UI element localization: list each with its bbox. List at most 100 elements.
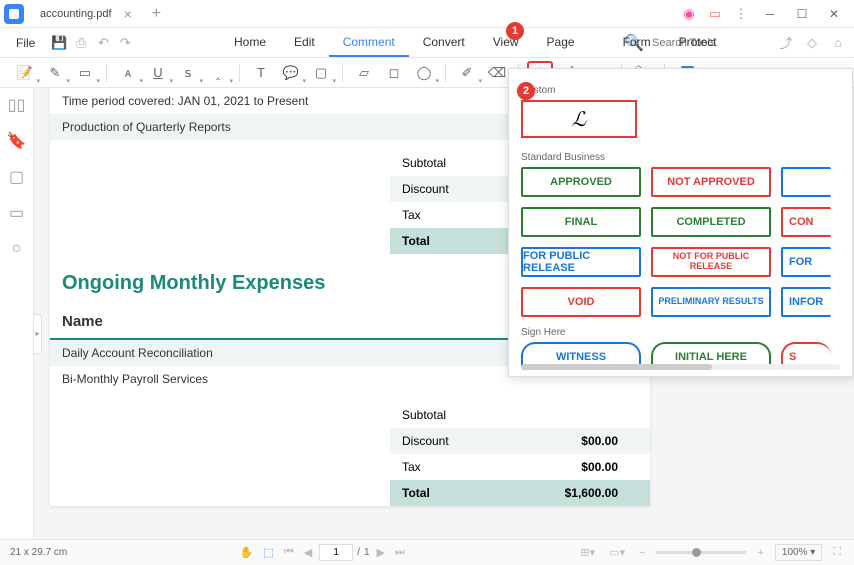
text-tool[interactable]: T (248, 61, 274, 85)
fullscreen-icon[interactable]: ⛶ (830, 546, 844, 559)
layers-icon[interactable]: ▭ (8, 204, 26, 222)
discount1-label: Discount (402, 182, 522, 196)
last-page-button[interactable]: ⏭ (392, 546, 408, 559)
panel-scrollbar[interactable] (521, 364, 840, 370)
callout-2: 2 (517, 82, 535, 100)
minimize-button[interactable]: ─ (758, 4, 782, 24)
page-navigation: ✋ ⬚ ⏮ ◀ / 1 ▶ ⏭ (237, 544, 408, 561)
notification-icon[interactable]: ▭ (706, 5, 724, 23)
pencil-tool[interactable]: ✐ (454, 61, 480, 85)
stamp-approved[interactable]: APPROVED (521, 167, 641, 197)
redo-icon[interactable]: ↷ (117, 35, 133, 51)
custom-stamp-signature[interactable]: ℒ (521, 100, 637, 138)
page-sep: / (357, 547, 360, 558)
next-page-button[interactable]: ▶ (374, 546, 388, 559)
select-tool-icon[interactable]: ⬚ (260, 546, 276, 559)
shape-tool-2[interactable]: ◻ (381, 61, 407, 85)
stamp-initial[interactable]: INITIAL HERE (651, 342, 771, 366)
share-icon[interactable]: ⤴ (778, 35, 794, 51)
add-tab-button[interactable]: + (144, 6, 169, 22)
zoom-out-button[interactable]: − (636, 547, 648, 559)
workspace: ▯▯ 🔖 ▢ ▭ ○ ▸ Time period covered: JAN 01… (0, 88, 854, 539)
zoom-slider[interactable] (656, 551, 746, 554)
total1-label: Total (402, 234, 522, 248)
user-icon[interactable]: ◉ (680, 5, 698, 23)
stamp-void[interactable]: VOID (521, 287, 641, 317)
hand-tool-icon[interactable]: ✋ (237, 546, 257, 559)
first-page-button[interactable]: ⏮ (281, 546, 297, 559)
shape-tool-1[interactable]: ▱ (351, 61, 377, 85)
bookmarks-icon[interactable]: 🔖 (8, 132, 26, 150)
stamp-not-approved[interactable]: NOT APPROVED (651, 167, 771, 197)
menu-tabs: Home Edit Comment Convert View Page l Fo… (220, 29, 731, 57)
sign-label: Sign Here (521, 327, 840, 338)
prev-page-button[interactable]: ◀ (301, 546, 315, 559)
undo-icon[interactable]: ↶ (95, 35, 111, 51)
tab-comment[interactable]: Comment (329, 29, 409, 57)
subtotal2-value (522, 408, 638, 422)
stamp-completed[interactable]: COMPLETED (651, 207, 771, 237)
text-box-tool[interactable]: ▢ (308, 61, 334, 85)
stamp-con[interactable]: CON (781, 207, 831, 237)
shape-tool-3[interactable]: ◯ (411, 61, 437, 85)
left-sidebar: ▯▯ 🔖 ▢ ▭ ○ (0, 88, 34, 539)
total2-label: Total (402, 486, 522, 500)
close-window-button[interactable]: ✕ (822, 4, 846, 24)
underline-tool[interactable]: U (145, 61, 171, 85)
stamp-preliminary[interactable]: PRELIMINARY RESULTS (651, 287, 771, 317)
page-number-input[interactable] (319, 544, 353, 561)
attachments-icon[interactable]: ▢ (8, 168, 26, 186)
subtotal2-label: Subtotal (402, 408, 522, 422)
zoom-in-button[interactable]: + (754, 547, 766, 559)
home-icon[interactable]: ⌂ (830, 35, 846, 51)
stamp-partial-1[interactable] (781, 167, 831, 197)
strikethrough-tool[interactable]: ꜱ (175, 61, 201, 85)
tax2-label: Tax (402, 460, 522, 474)
file-tab[interactable]: accounting.pdf × (28, 0, 144, 27)
statusbar: 21 x 29.7 cm ✋ ⬚ ⏮ ◀ / 1 ▶ ⏭ ⊞▾ ▭▾ − + 1… (0, 539, 854, 565)
stamp-infor[interactable]: INFOR (781, 287, 831, 317)
app-icon (4, 4, 24, 24)
thumbnails-icon[interactable]: ▯▯ (8, 96, 26, 114)
stamp-for-public[interactable]: FOR PUBLIC RELEASE (521, 247, 641, 277)
area-highlight-tool[interactable]: ▭ (72, 61, 98, 85)
cloud-icon[interactable]: ◇ (804, 35, 820, 51)
text-highlight-tool[interactable]: ᴀ (115, 61, 141, 85)
tab-home[interactable]: Home (220, 29, 280, 57)
print-icon[interactable]: ⎙ (73, 35, 89, 51)
stamp-for[interactable]: FOR (781, 247, 831, 277)
maximize-button[interactable]: ☐ (790, 4, 814, 24)
stamp-panel: Custom ℒ Standard Business APPROVED NOT … (508, 68, 853, 377)
page-total: 1 (364, 547, 370, 558)
layout-icon[interactable]: ▭▾ (606, 546, 628, 559)
search-panel-icon[interactable]: ○ (8, 240, 26, 258)
file-menu[interactable]: File (8, 36, 43, 50)
note-tool[interactable]: 📝 (12, 61, 38, 85)
tab-protect[interactable]: Protect (665, 29, 731, 57)
subtotal1-label: Subtotal (402, 156, 522, 170)
tab-form[interactable]: Form (609, 29, 665, 57)
tax1-label: Tax (402, 208, 522, 222)
zoom-value[interactable]: 100% ▾ (775, 544, 822, 561)
callout-tool[interactable]: 💬 (278, 61, 304, 85)
tab-page[interactable]: Page (533, 29, 589, 57)
highlight-tool[interactable]: ✎ (42, 61, 68, 85)
standard-label: Standard Business (521, 152, 840, 163)
tab-convert[interactable]: Convert (409, 29, 479, 57)
page-dimensions: 21 x 29.7 cm (10, 547, 67, 558)
stamp-witness[interactable]: WITNESS (521, 342, 641, 366)
callout-1: 1 (506, 22, 524, 40)
more-icon[interactable]: ⋮ (732, 5, 750, 23)
eraser-tool[interactable]: ⌫ (484, 61, 510, 85)
close-tab-icon[interactable]: × (124, 7, 132, 21)
stamp-final[interactable]: FINAL (521, 207, 641, 237)
discount2-label: Discount (402, 434, 522, 448)
expand-handle[interactable]: ▸ (34, 314, 42, 354)
stamp-s[interactable]: S (781, 342, 831, 366)
tab-filename: accounting.pdf (40, 8, 112, 20)
save-icon[interactable]: 💾 (51, 35, 67, 51)
caret-tool[interactable]: ‸ (205, 61, 231, 85)
tab-edit[interactable]: Edit (280, 29, 329, 57)
fit-width-icon[interactable]: ⊞▾ (577, 546, 598, 559)
stamp-not-for-public[interactable]: NOT FOR PUBLIC RELEASE (651, 247, 771, 277)
